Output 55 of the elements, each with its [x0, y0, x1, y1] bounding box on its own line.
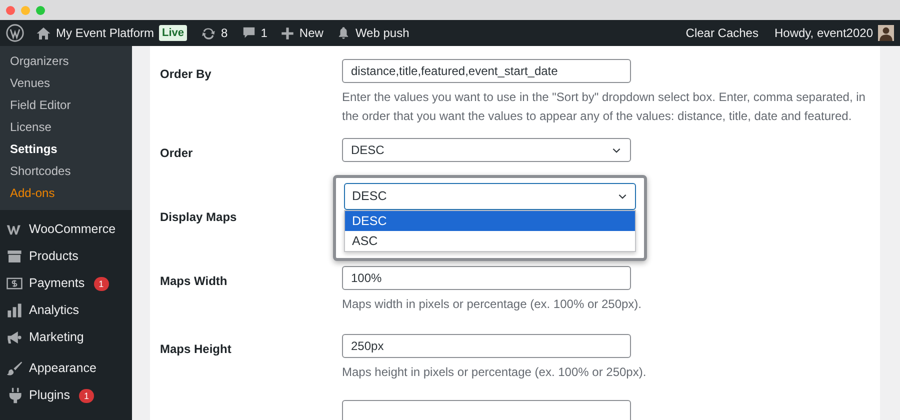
- submenu-item[interactable]: License: [0, 116, 132, 138]
- close-button[interactable]: [6, 6, 15, 14]
- sidebar-menu-item[interactable]: Plugins 1: [0, 382, 132, 409]
- web-push-link[interactable]: Web push: [355, 24, 410, 42]
- select-field[interactable]: DESC: [344, 183, 636, 210]
- minimize-button[interactable]: [21, 6, 30, 14]
- new-link[interactable]: New: [299, 24, 324, 42]
- notification-badge: 1: [94, 276, 109, 290]
- updates-count[interactable]: 8: [221, 24, 228, 42]
- clear-caches-link[interactable]: Clear Caches: [686, 24, 758, 42]
- help-text: Maps width in pixels or percentage (ex. 100% or 250px).: [342, 296, 642, 314]
- text-field[interactable]: distance,title,featured,event_start_date: [342, 59, 631, 83]
- sidebar-menu-item[interactable]: Appearance: [0, 355, 132, 382]
- sidebar-menu-item[interactable]: Marketing: [0, 324, 132, 351]
- select-field[interactable]: DESC: [342, 138, 631, 162]
- home-icon: [36, 26, 51, 40]
- avatar-icon: [878, 25, 894, 41]
- submenu-item[interactable]: Settings: [0, 138, 132, 160]
- text-field[interactable]: 250px: [342, 334, 631, 358]
- submenu-item[interactable]: Venues: [0, 72, 132, 94]
- field-label: Order: [160, 146, 193, 160]
- bell-icon: [337, 26, 350, 40]
- megaphone-icon: [6, 329, 23, 346]
- field-label: Display Maps: [160, 210, 237, 224]
- text-field[interactable]: 100%: [342, 266, 631, 290]
- submenu-item[interactable]: Organizers: [0, 50, 132, 72]
- submenu-item[interactable]: Field Editor: [0, 94, 132, 116]
- refresh-icon: [201, 26, 216, 40]
- dollar-card-icon: [6, 275, 23, 292]
- text-field[interactable]: [342, 400, 631, 420]
- notification-badge: 1: [79, 388, 94, 402]
- bar-chart-icon: [6, 302, 23, 319]
- submenu-item[interactable]: Shortcodes: [0, 160, 132, 182]
- sidebar-menu-item[interactable]: WooCommerce: [0, 216, 132, 243]
- help-text: Enter the values you want to use in the "Sort by" dropdown select box. Enter, comma separated, in the order that you want the values to appear any of the values: distance, title, date and featured.: [342, 89, 866, 125]
- archive-box-icon: [6, 248, 23, 265]
- field-label: Maps Height: [160, 342, 232, 356]
- sidebar-menu-item[interactable]: Analytics: [0, 297, 132, 324]
- field-label: Maps Width: [160, 274, 228, 288]
- dropdown-option[interactable]: ASC: [345, 231, 635, 251]
- user-greeting-link[interactable]: Howdy, event2020: [774, 24, 873, 42]
- submenu-item[interactable]: Add-ons: [0, 182, 132, 204]
- comment-icon: [242, 26, 256, 40]
- comments-count[interactable]: 1: [260, 24, 268, 42]
- dropdown-option[interactable]: DESC: [345, 211, 635, 231]
- sidebar-menu-item[interactable]: Products: [0, 243, 132, 270]
- maximize-button[interactable]: [36, 6, 45, 14]
- site-name-link[interactable]: My Event Platform: [56, 24, 154, 42]
- paintbrush-icon: [6, 360, 23, 377]
- field-label: Order By: [160, 67, 212, 81]
- help-text: Maps height in pixels or percentage (ex. 100% or 250px).: [342, 364, 648, 381]
- status-badge: Live: [159, 24, 188, 42]
- sidebar-menu-item[interactable]: Payments 1: [0, 270, 132, 297]
- wordpress-logo-icon: [6, 24, 24, 42]
- plus-icon: [281, 26, 294, 40]
